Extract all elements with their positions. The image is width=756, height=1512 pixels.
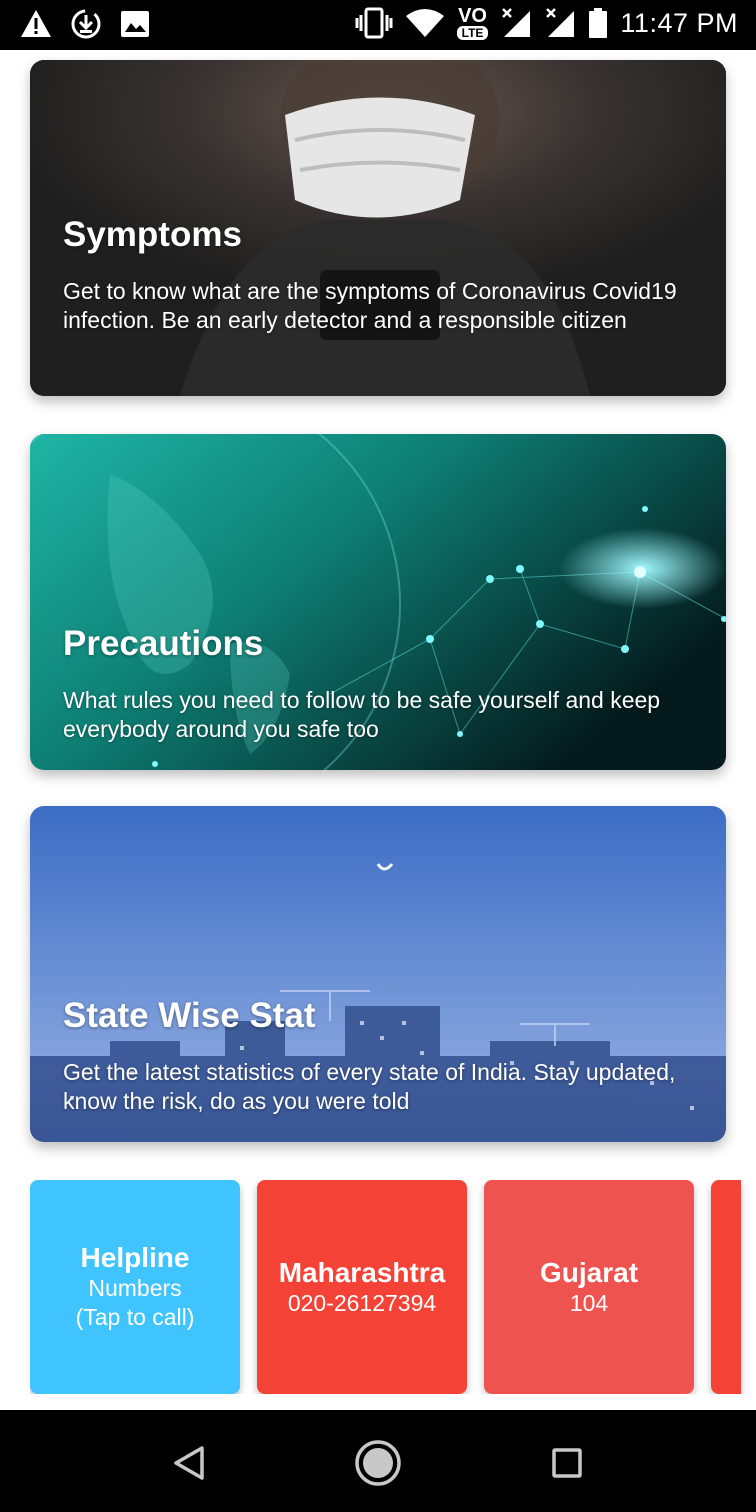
symptoms-description: Get to know what are the symptoms of Cor… [63,278,677,333]
maharashtra-number: 020-26127394 [287,1289,437,1316]
state-stat-title: State Wise Stat [63,996,316,1035]
back-icon[interactable] [164,1438,214,1488]
helpline-title: Helpline [80,1242,190,1273]
volte-label: VO [458,5,487,27]
precautions-card[interactable]: Precautions What rules you need to follo… [30,434,726,770]
symptoms-card[interactable]: Symptoms Get to know what are the sympto… [30,60,726,396]
state-stat-card[interactable]: State Wise Stat Get the latest statistic… [30,806,726,1142]
precautions-title: Precautions [63,624,264,663]
state-stat-card-text: State Wise Stat Get the latest statistic… [63,996,696,1116]
gujarat-title: Gujarat [539,1256,639,1288]
warning-icon [20,9,52,39]
lte-badge: LTE [456,26,489,40]
precautions-description: What rules you need to follow to be safe… [63,687,661,742]
status-bar: VO LTE 11:47 PM [0,0,756,50]
maharashtra-title: Maharashtra [278,1256,446,1288]
volte-icon: VO LTE [456,5,489,40]
image-icon [120,10,150,38]
navigation-bar [0,1410,756,1512]
signal-icon-2 [544,7,576,39]
helpline-tile[interactable]: Helpline Numbers (Tap to call) [30,1180,240,1394]
gujarat-tile[interactable]: Gujarat 104 [484,1180,694,1394]
state-stat-description: Get the latest statistics of every state… [63,1059,676,1114]
battery-icon [588,7,608,39]
next-tile-partial[interactable] [711,1180,741,1394]
symptoms-title: Symptoms [63,215,242,254]
helpline-line2: (Tap to call) [75,1304,195,1330]
home-icon[interactable] [353,1438,403,1488]
wifi-icon [405,8,445,38]
maharashtra-tile[interactable]: Maharashtra 020-26127394 [257,1180,467,1394]
helpline-line1: Numbers [88,1275,182,1301]
signal-icon [500,7,532,39]
download-icon [70,8,102,40]
symptoms-card-text: Symptoms Get to know what are the sympto… [63,215,696,335]
gujarat-number: 104 [569,1289,609,1316]
helpline-tiles-list[interactable]: Helpline Numbers (Tap to call) Maharasht… [30,1180,756,1394]
main-content: Symptoms Get to know what are the sympto… [0,50,756,1410]
recents-icon[interactable] [542,1438,592,1488]
clock: 11:47 PM [620,7,738,38]
vibrate-icon [355,7,393,39]
precautions-card-text: Precautions What rules you need to follo… [63,624,696,744]
